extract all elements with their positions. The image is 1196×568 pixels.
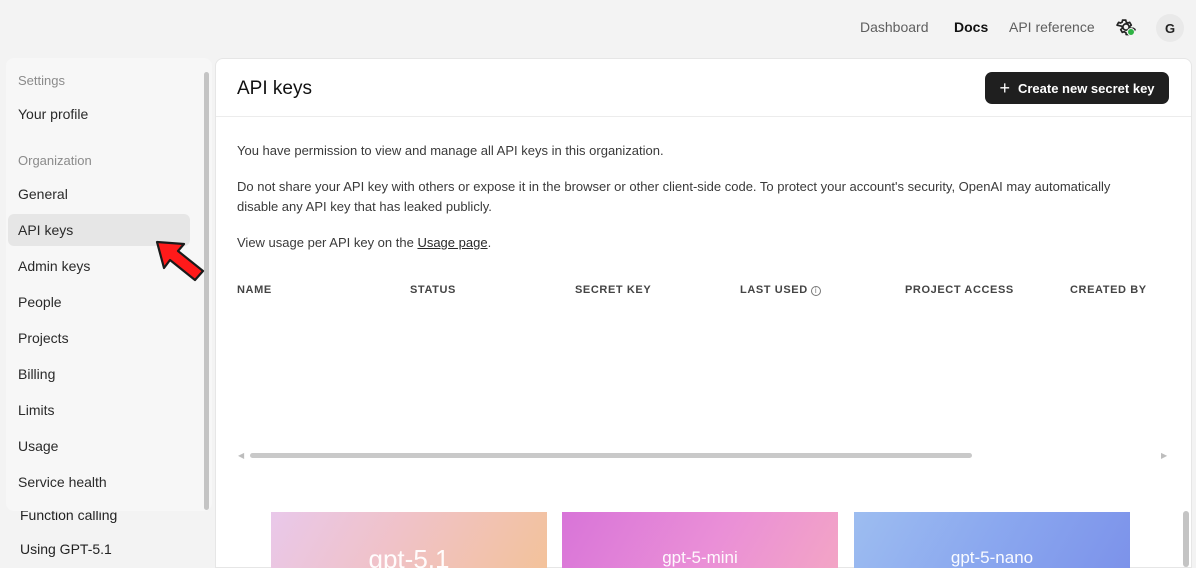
sidebar-item-usage[interactable]: Usage <box>8 430 190 462</box>
horizontal-scroll-thumb[interactable] <box>250 453 972 458</box>
sidebar-item-billing[interactable]: Billing <box>8 358 190 390</box>
scroll-right-arrow-icon[interactable]: ▶ <box>1161 451 1167 460</box>
create-secret-key-label: Create new secret key <box>1017 80 1155 96</box>
model-card-label: gpt-5-nano <box>950 548 1034 567</box>
sidebar-item-people[interactable]: People <box>8 286 190 318</box>
sidebar-section-settings: Settings <box>18 73 65 88</box>
usage-text-suffix: . <box>487 235 492 250</box>
usage-page-link[interactable]: Usage page <box>417 235 487 250</box>
avatar[interactable]: G <box>1156 14 1184 42</box>
sidebar-item-limits[interactable]: Limits <box>8 394 190 426</box>
api-keys-panel: API keys + Create new secret key You hav… <box>215 58 1192 568</box>
nav-api-reference-link[interactable]: API reference <box>1009 19 1095 35</box>
sidebar-scrollbar[interactable] <box>204 72 209 510</box>
status-dot <box>1127 28 1135 36</box>
model-card-label: gpt-5.1 <box>368 544 450 568</box>
page-vertical-scrollbar[interactable] <box>1183 511 1189 567</box>
header-divider <box>216 116 1191 117</box>
usage-text-prefix: View usage per API key on the <box>237 235 418 250</box>
page-title: API keys <box>237 78 312 99</box>
table-horizontal-scrollbar[interactable]: ◀ ▶ <box>238 451 1168 460</box>
settings-sidebar: Settings Your profile Organization Gener… <box>6 58 212 511</box>
sidebar-item-general[interactable]: General <box>8 178 190 210</box>
sidebar-item-your-profile[interactable]: Your profile <box>8 98 190 130</box>
docs-item-using-gpt[interactable]: Using GPT-5.1 <box>20 541 112 557</box>
column-header-created-by: CREATED BY <box>1070 284 1147 296</box>
usage-text: View usage per API key on the Usage page… <box>237 233 1137 253</box>
sidebar-item-projects[interactable]: Projects <box>8 322 190 354</box>
plus-icon: + <box>999 78 1010 98</box>
column-header-status: STATUS <box>410 284 456 296</box>
red-arrow-annotation <box>155 240 205 282</box>
scroll-left-arrow-icon[interactable]: ◀ <box>238 451 244 460</box>
nav-docs-link[interactable]: Docs <box>954 19 988 35</box>
nav-dashboard-link[interactable]: Dashboard <box>860 19 929 35</box>
sidebar-item-service-health[interactable]: Service health <box>8 466 190 498</box>
permission-text: You have permission to view and manage a… <box>237 143 664 158</box>
top-nav: Dashboard Docs API reference G <box>0 0 1196 54</box>
column-header-secret-key: SECRET KEY <box>575 284 652 296</box>
info-icon[interactable]: i <box>810 286 821 296</box>
model-card-gpt-5-1[interactable]: gpt-5.1 <box>271 512 547 568</box>
security-warning-text: Do not share your API key with others or… <box>237 179 1111 214</box>
create-secret-key-button[interactable]: + Create new secret key <box>985 72 1169 104</box>
column-header-last-used-label: LAST USED <box>740 284 808 296</box>
column-header-project-access: PROJECT ACCESS <box>905 284 1014 296</box>
sidebar-section-organization: Organization <box>18 153 92 168</box>
model-card-gpt-5-mini[interactable]: gpt-5-mini <box>562 512 838 568</box>
model-card-gpt-5-nano[interactable]: gpt-5-nano <box>854 512 1130 568</box>
column-header-last-used: LAST USED i <box>740 284 821 296</box>
column-header-name: NAME <box>237 284 272 296</box>
model-card-label: gpt-5-mini <box>662 548 738 567</box>
